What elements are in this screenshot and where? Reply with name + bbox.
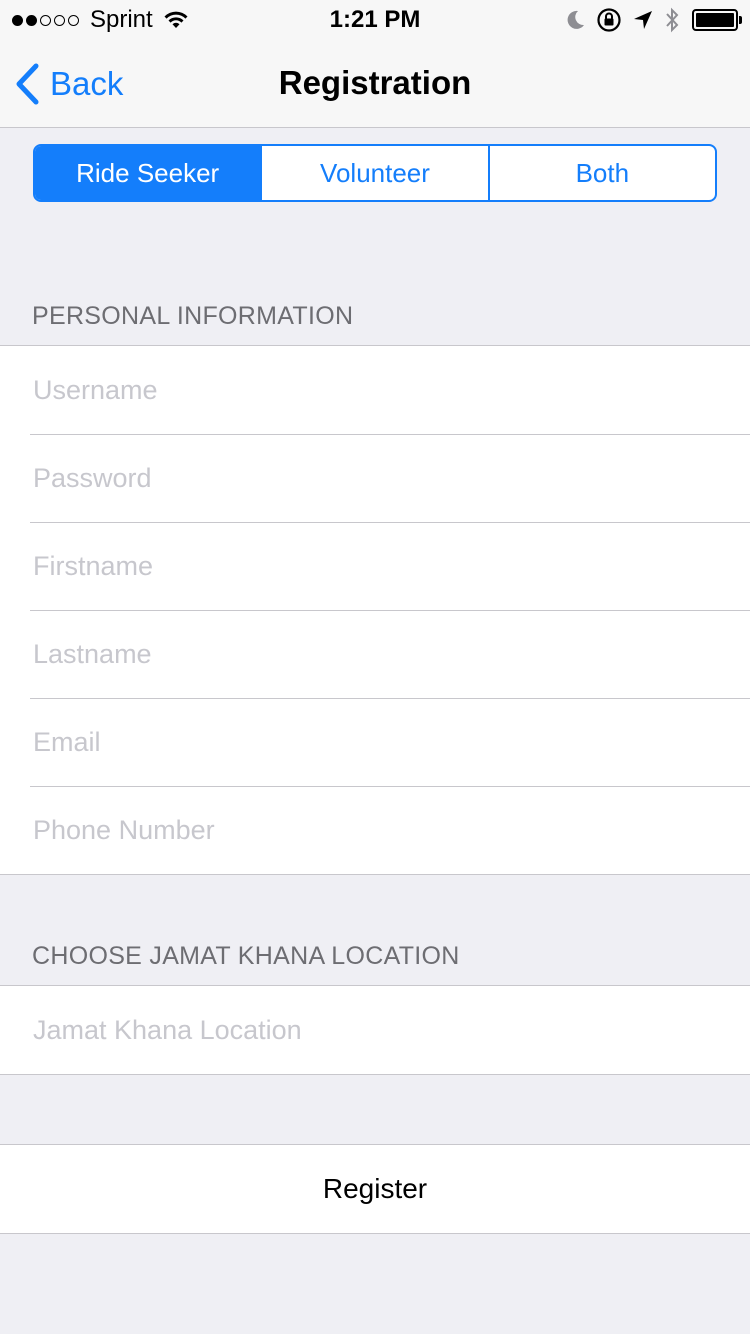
status-bar: Sprint 1:21 PM [0,0,750,40]
phone-number-cell [0,786,750,874]
phone-number-field[interactable] [33,814,713,846]
user-type-segmented-control: Ride Seeker Volunteer Both [33,144,717,202]
username-cell [0,346,750,434]
register-section: Register [0,1144,750,1234]
moon-icon [567,10,584,29]
location-cell [0,986,750,1074]
register-button-label: Register [322,1173,428,1204]
email-cell [0,698,750,786]
jamat-khana-location-field[interactable] [33,1014,713,1046]
personal-information-header: PERSONAL INFORMATION [32,302,354,330]
password-cell [0,434,750,522]
email-field[interactable] [33,726,713,758]
password-field[interactable] [33,462,713,494]
location-section [0,985,750,1075]
registration-screen: Sprint 1:21 PM Back Registration Ride Se… [0,0,750,1334]
username-field[interactable] [33,374,713,406]
segment-ride-seeker[interactable]: Ride Seeker [35,146,261,200]
status-right [556,7,742,33]
page-title: Registration [278,64,472,101]
navigation-bar: Back Registration [0,40,750,128]
segment-both[interactable]: Both [487,146,715,200]
firstname-field[interactable] [33,550,713,582]
location-arrow-icon [634,11,652,29]
register-button[interactable]: Register [0,1145,750,1233]
lastname-cell [0,610,750,698]
lastname-field[interactable] [33,638,713,670]
personal-information-section [0,345,750,875]
battery-icon [692,9,742,31]
firstname-cell [0,522,750,610]
rotation-lock-icon [597,8,621,32]
location-header: CHOOSE JAMAT KHANA LOCATION [32,942,460,970]
segment-volunteer[interactable]: Volunteer [260,146,487,200]
bluetooth-icon [666,7,679,33]
